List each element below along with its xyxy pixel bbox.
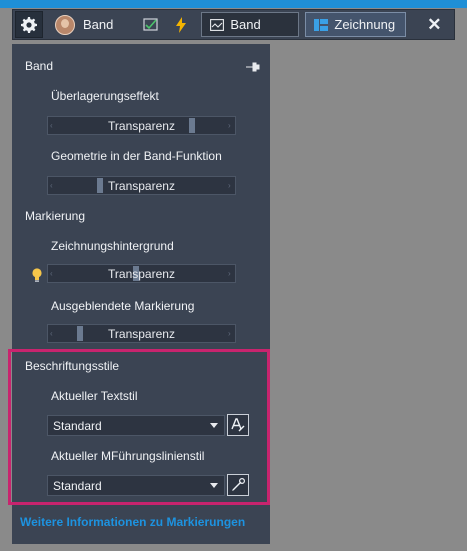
text-style-label: Aktueller Textstil	[51, 389, 138, 403]
band-mode-button[interactable]: Band	[201, 12, 300, 37]
annotation-section-title: Beschriftungsstile	[25, 359, 120, 373]
slider-thumb[interactable]	[189, 118, 195, 133]
quick-action-button[interactable]	[169, 13, 193, 37]
text-style-select[interactable]: Standard	[47, 415, 225, 436]
slider-value-label: Transparenz	[108, 326, 175, 341]
slider-right-arrow-icon: ›	[228, 329, 231, 338]
hidden-markup-slider[interactable]: ‹ Transparenz ›	[47, 324, 236, 343]
checklist-icon	[143, 17, 158, 31]
slider-left-arrow-icon: ‹	[50, 121, 53, 130]
review-button[interactable]	[139, 13, 163, 37]
user-label: Band	[83, 17, 114, 32]
slider-value-label: Transparenz	[108, 118, 175, 133]
text-style-icon	[231, 418, 245, 432]
close-icon: ✕	[427, 14, 442, 34]
slider-thumb[interactable]	[77, 326, 83, 341]
edit-text-style-button[interactable]	[227, 414, 249, 436]
band-mode-label: Band	[230, 17, 261, 32]
hidden-markup-label: Ausgeblendete Markierung	[51, 299, 195, 313]
edit-mleader-style-button[interactable]	[227, 474, 249, 496]
more-info-link[interactable]: Weitere Informationen zu Markierungen	[20, 515, 245, 529]
avatar[interactable]	[55, 14, 75, 35]
chevron-down-icon	[210, 423, 218, 428]
leader-icon	[232, 477, 246, 491]
slider-left-arrow-icon: ‹	[50, 269, 53, 278]
band-icon	[210, 18, 225, 31]
drawing-background-slider[interactable]: ‹ Transparenz ›	[47, 264, 236, 283]
overlay-effect-label: Überlagerungseffekt	[51, 89, 159, 103]
slider-left-arrow-icon: ‹	[50, 181, 53, 190]
pin-icon[interactable]	[246, 62, 260, 72]
top-accent-bar	[0, 0, 467, 8]
markup-settings-panel: Band Überlagerungseffekt ‹ Transparenz ›…	[12, 44, 270, 544]
close-button[interactable]: ✕	[426, 15, 442, 35]
drawing-background-label: Zeichnungshintergrund	[51, 239, 174, 253]
lightbulb-icon[interactable]	[32, 268, 42, 282]
band-section-title: Band	[25, 59, 54, 73]
slider-value-label: Transparenz	[108, 266, 175, 281]
mleader-style-value: Standard	[53, 478, 102, 493]
slider-left-arrow-icon: ‹	[50, 329, 53, 338]
markup-section-title: Markierung	[25, 209, 86, 223]
mleader-style-select[interactable]: Standard	[47, 475, 225, 496]
slider-thumb[interactable]	[97, 178, 103, 193]
lightning-icon	[176, 16, 187, 33]
settings-button[interactable]	[15, 11, 43, 38]
slider-value-label: Transparenz	[108, 178, 175, 193]
slider-right-arrow-icon: ›	[228, 269, 231, 278]
toolbar: Band Band Zeichnung ✕	[12, 9, 455, 40]
slider-right-arrow-icon: ›	[228, 121, 231, 130]
layout-icon	[314, 18, 329, 31]
band-geometry-label: Geometrie in der Band-Funktion	[51, 149, 222, 163]
chevron-down-icon	[210, 483, 218, 488]
overlay-effect-slider[interactable]: ‹ Transparenz ›	[47, 116, 236, 135]
drawing-mode-button[interactable]: Zeichnung	[305, 12, 407, 37]
mleader-style-label: Aktueller MFührungslinienstil	[51, 449, 205, 463]
gear-icon	[21, 16, 37, 33]
text-style-value: Standard	[53, 418, 102, 433]
drawing-mode-label: Zeichnung	[334, 17, 396, 32]
slider-right-arrow-icon: ›	[228, 181, 231, 190]
band-geometry-slider[interactable]: ‹ Transparenz ›	[47, 176, 236, 195]
